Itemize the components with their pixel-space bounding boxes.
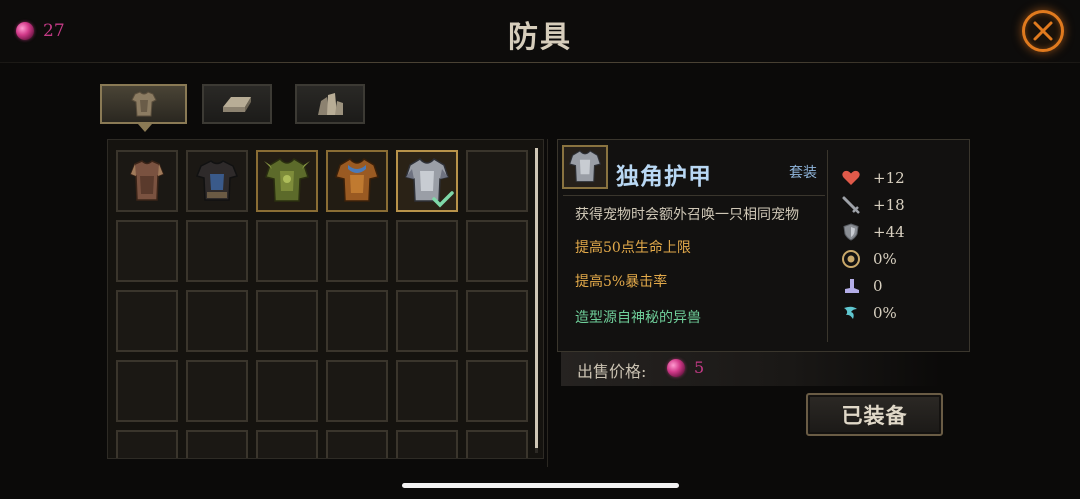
inventory-slot-3[interactable] xyxy=(256,150,318,212)
item-flavor-text: 造型源自神秘的异兽 xyxy=(575,310,701,326)
tab-armor[interactable] xyxy=(100,84,187,124)
set-label[interactable]: 套装 xyxy=(789,162,817,182)
armor-icon xyxy=(130,91,157,117)
inventory-slot-5[interactable] xyxy=(396,150,458,212)
inventory-slot-24[interactable] xyxy=(466,360,528,422)
panel-divider xyxy=(547,139,548,467)
inventory-slot-27[interactable] xyxy=(256,430,318,458)
inventory-slot-6[interactable] xyxy=(466,150,528,212)
close-button[interactable] xyxy=(1022,10,1064,52)
inventory-slot-14[interactable] xyxy=(186,290,248,352)
sell-price-label: 出售价格: xyxy=(577,362,647,381)
tab-pointer xyxy=(138,124,152,132)
stat-value-defense: +44 xyxy=(873,223,905,241)
green-beast-armor-icon xyxy=(264,158,310,202)
stat-value-evasion: 0% xyxy=(873,304,897,322)
inventory-slot-19[interactable] xyxy=(116,360,178,422)
equipped-button[interactable]: 已装备 xyxy=(806,393,943,436)
equipped-button-label: 已装备 xyxy=(841,402,908,428)
item-thumbnail xyxy=(562,145,608,189)
inventory-slot-25[interactable] xyxy=(116,430,178,458)
inventory-slot-11[interactable] xyxy=(396,220,458,282)
scrollbar-thumb[interactable] xyxy=(535,148,538,448)
stat-row-evasion: 0% xyxy=(841,302,897,324)
sword-icon xyxy=(842,196,860,214)
tab-materials[interactable] xyxy=(202,84,272,124)
inventory-slot-1[interactable] xyxy=(116,150,178,212)
inventory-grid xyxy=(107,139,544,459)
stat-row-attack: +18 xyxy=(841,194,905,216)
inventory-slot-16[interactable] xyxy=(326,290,388,352)
page-title: 防具 xyxy=(508,20,572,55)
stat-row-speed: 0 xyxy=(841,275,883,297)
close-icon xyxy=(1033,21,1053,41)
inventory-slot-7[interactable] xyxy=(116,220,178,282)
unicorn-plate-armor-icon xyxy=(568,150,602,183)
inventory-slot-17[interactable] xyxy=(396,290,458,352)
inventory-slot-2[interactable] xyxy=(186,150,248,212)
top-divider xyxy=(0,62,1080,63)
inventory-slot-15[interactable] xyxy=(256,290,318,352)
stat-divider xyxy=(827,150,828,342)
item-bonus-hp: 提高50点生命上限 xyxy=(575,240,691,256)
dark-armor-icon xyxy=(195,160,239,201)
inventory-slot-28[interactable] xyxy=(326,430,388,458)
stat-row-crit: 0% xyxy=(841,248,897,270)
stat-value-health: +12 xyxy=(873,169,905,187)
shield-icon xyxy=(843,223,859,241)
inventory-slot-21[interactable] xyxy=(256,360,318,422)
home-indicator[interactable] xyxy=(402,483,679,488)
detail-divider xyxy=(563,195,825,196)
inventory-slot-8[interactable] xyxy=(186,220,248,282)
inventory-slot-23[interactable] xyxy=(396,360,458,422)
inventory-slot-26[interactable] xyxy=(186,430,248,458)
leather-armor-icon xyxy=(130,160,164,201)
ingot-icon xyxy=(223,97,251,112)
stat-value-attack: +18 xyxy=(873,196,905,214)
stat-value-crit: 0% xyxy=(873,250,897,268)
inventory-slot-13[interactable] xyxy=(116,290,178,352)
inventory-scrollbar[interactable] xyxy=(535,148,538,453)
heart-icon xyxy=(842,170,860,185)
inventory-slot-12[interactable] xyxy=(466,220,528,282)
wind-icon xyxy=(844,306,857,319)
crystal-icon xyxy=(318,93,343,115)
item-name: 独角护甲 xyxy=(616,163,712,190)
item-bonus-crit: 提高5%暴击率 xyxy=(575,274,668,290)
boot-icon xyxy=(845,279,859,293)
stat-value-speed: 0 xyxy=(873,277,883,295)
inventory-slot-20[interactable] xyxy=(186,360,248,422)
inventory-slot-30[interactable] xyxy=(466,430,528,458)
sell-price-value: 5 xyxy=(694,358,705,377)
inventory-slot-4[interactable] xyxy=(326,150,388,212)
tab-crystals[interactable] xyxy=(295,84,365,124)
inventory-slot-22[interactable] xyxy=(326,360,388,422)
gem-icon xyxy=(667,359,685,377)
equipped-check-icon xyxy=(432,191,454,208)
inventory-slot-18[interactable] xyxy=(466,290,528,352)
stat-row-defense: +44 xyxy=(841,221,905,243)
bronze-armor-icon xyxy=(335,158,379,202)
inventory-slot-29[interactable] xyxy=(396,430,458,458)
inventory-slot-9[interactable] xyxy=(256,220,318,282)
item-description: 获得宠物时会额外召唤一只相同宠物 xyxy=(575,207,799,223)
stat-row-health: +12 xyxy=(841,167,905,189)
inventory-slot-10[interactable] xyxy=(326,220,388,282)
target-icon xyxy=(842,250,860,268)
